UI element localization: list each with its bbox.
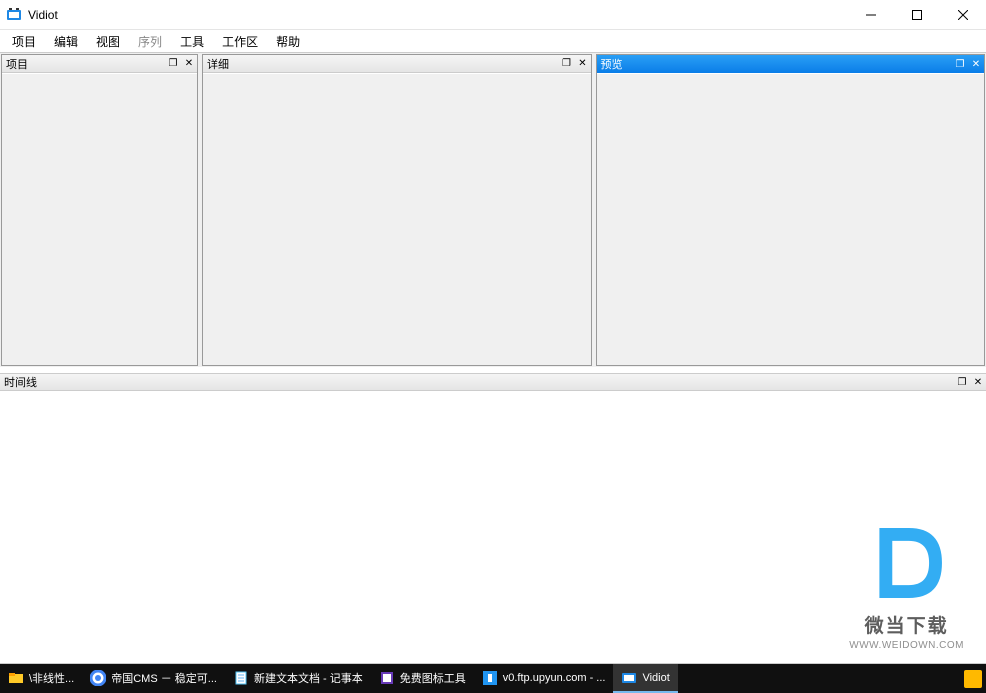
details-panel: 详细 ❐ ✕	[202, 54, 592, 366]
minimize-button[interactable]	[848, 0, 894, 29]
preview-panel-close-button[interactable]: ✕	[968, 56, 984, 72]
taskbar-label: 帝国CMS － 稳定可...	[111, 670, 217, 686]
preview-panel-title: 预览	[601, 56, 953, 72]
preview-panel-restore-button[interactable]: ❐	[952, 56, 968, 72]
project-panel-close-button[interactable]: ✕	[181, 56, 197, 72]
notepad-icon	[233, 670, 249, 686]
timeline-section: 时间线 ❐ ✕	[0, 373, 986, 663]
filezilla-icon	[482, 670, 498, 686]
details-panel-restore-button[interactable]: ❐	[559, 56, 575, 72]
folder-icon	[8, 670, 24, 686]
details-panel-body[interactable]	[203, 73, 591, 365]
taskbar: \非线性... 帝国CMS － 稳定可... 新建文本文档 - 记事本 免费图标…	[0, 664, 986, 693]
menu-help[interactable]: 帮助	[268, 31, 308, 52]
taskbar-item-chrome[interactable]: 帝国CMS － 稳定可...	[82, 664, 225, 693]
taskbar-item-vidiot[interactable]: Vidiot	[613, 664, 677, 693]
security-shield-icon[interactable]	[964, 670, 982, 688]
preview-panel-header[interactable]: 预览 ❐ ✕	[597, 55, 985, 73]
project-panel-header[interactable]: 项目 ❐ ✕	[2, 55, 197, 73]
taskbar-item-explorer[interactable]: \非线性...	[0, 664, 82, 693]
preview-panel: 预览 ❐ ✕	[596, 54, 986, 366]
project-panel-body[interactable]	[2, 73, 197, 365]
menu-view[interactable]: 视图	[88, 31, 128, 52]
timeline-panel-restore-button[interactable]: ❐	[954, 374, 970, 390]
menu-tools[interactable]: 工具	[172, 31, 212, 52]
taskbar-label: 新建文本文档 - 记事本	[254, 670, 363, 686]
taskbar-item-iconeditor[interactable]: 免费图标工具	[371, 664, 474, 693]
timeline-panel-body[interactable]	[0, 391, 986, 663]
maximize-button[interactable]	[894, 0, 940, 29]
timeline-panel-close-button[interactable]: ✕	[970, 374, 986, 390]
close-button[interactable]	[940, 0, 986, 29]
taskbar-tray	[964, 670, 986, 688]
timeline-panel-title: 时间线	[4, 374, 954, 390]
details-panel-close-button[interactable]: ✕	[575, 56, 591, 72]
taskbar-label: Vidiot	[642, 672, 669, 684]
maximize-icon	[912, 10, 922, 20]
menu-workspace[interactable]: 工作区	[214, 31, 266, 52]
taskbar-label: v0.ftp.upyun.com - ...	[503, 672, 606, 684]
chrome-icon	[90, 670, 106, 686]
details-panel-title: 详细	[207, 56, 559, 72]
taskbar-label: 免费图标工具	[400, 670, 466, 686]
preview-panel-body[interactable]	[597, 73, 985, 365]
vidiot-icon	[621, 670, 637, 686]
project-panel-restore-button[interactable]: ❐	[165, 56, 181, 72]
titlebar: Vidiot	[0, 0, 986, 30]
details-panel-header[interactable]: 详细 ❐ ✕	[203, 55, 591, 73]
window-controls	[848, 0, 986, 29]
timeline-panel-header[interactable]: 时间线 ❐ ✕	[0, 373, 986, 391]
panels-top-row: 项目 ❐ ✕ 详细 ❐ ✕ 预览 ❐ ✕	[0, 52, 986, 367]
app-icon	[6, 7, 22, 23]
taskbar-item-notepad[interactable]: 新建文本文档 - 记事本	[225, 664, 371, 693]
menubar: 项目 编辑 视图 序列 工具 工作区 帮助	[0, 30, 986, 52]
project-panel: 项目 ❐ ✕	[1, 54, 198, 366]
icon-editor-icon	[379, 670, 395, 686]
menu-edit[interactable]: 编辑	[46, 31, 86, 52]
taskbar-label: \非线性...	[29, 670, 74, 686]
project-panel-title: 项目	[6, 56, 165, 72]
taskbar-item-filezilla[interactable]: v0.ftp.upyun.com - ...	[474, 664, 614, 693]
menu-sequence: 序列	[130, 31, 170, 52]
window-title: Vidiot	[28, 8, 848, 22]
menu-project[interactable]: 项目	[4, 31, 44, 52]
